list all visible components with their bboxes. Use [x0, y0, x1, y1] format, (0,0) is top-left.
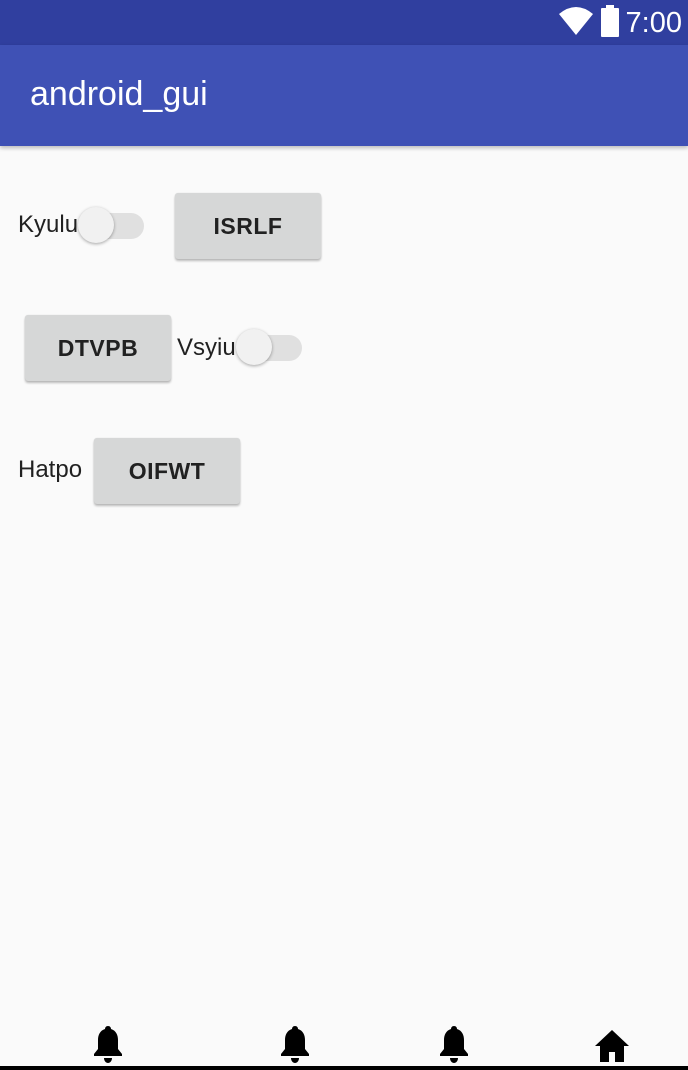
battery-icon — [600, 4, 620, 42]
bell-icon[interactable] — [90, 1024, 126, 1064]
app-bar: android_gui — [0, 45, 688, 146]
app-title: android_gui — [30, 75, 208, 113]
status-icons: 7:00 — [558, 4, 682, 42]
hatpo-label: Hatpo — [18, 456, 83, 483]
wifi-icon — [558, 6, 594, 41]
kyulu-switch-label: Kyulu — [18, 211, 79, 238]
kyulu-switch[interactable] — [78, 206, 148, 246]
home-icon[interactable] — [594, 1024, 630, 1064]
bottom-nav — [0, 1020, 688, 1070]
oifwt-button[interactable]: OIFWT — [94, 438, 240, 504]
bell-icon[interactable] — [277, 1024, 313, 1064]
nav-bar-divider — [0, 1066, 688, 1070]
isrlf-button[interactable]: ISRLF — [175, 193, 321, 259]
vsyiu-switch[interactable] — [236, 328, 306, 368]
bell-icon[interactable] — [436, 1024, 472, 1064]
vsyiu-switch-thumb — [236, 329, 272, 365]
status-bar: 7:00 — [0, 0, 688, 45]
kyulu-switch-thumb — [78, 207, 114, 243]
dtvpb-button[interactable]: DTVPB — [25, 315, 171, 381]
vsyiu-switch-label: Vsyiu — [177, 334, 236, 361]
status-time: 7:00 — [625, 6, 682, 39]
